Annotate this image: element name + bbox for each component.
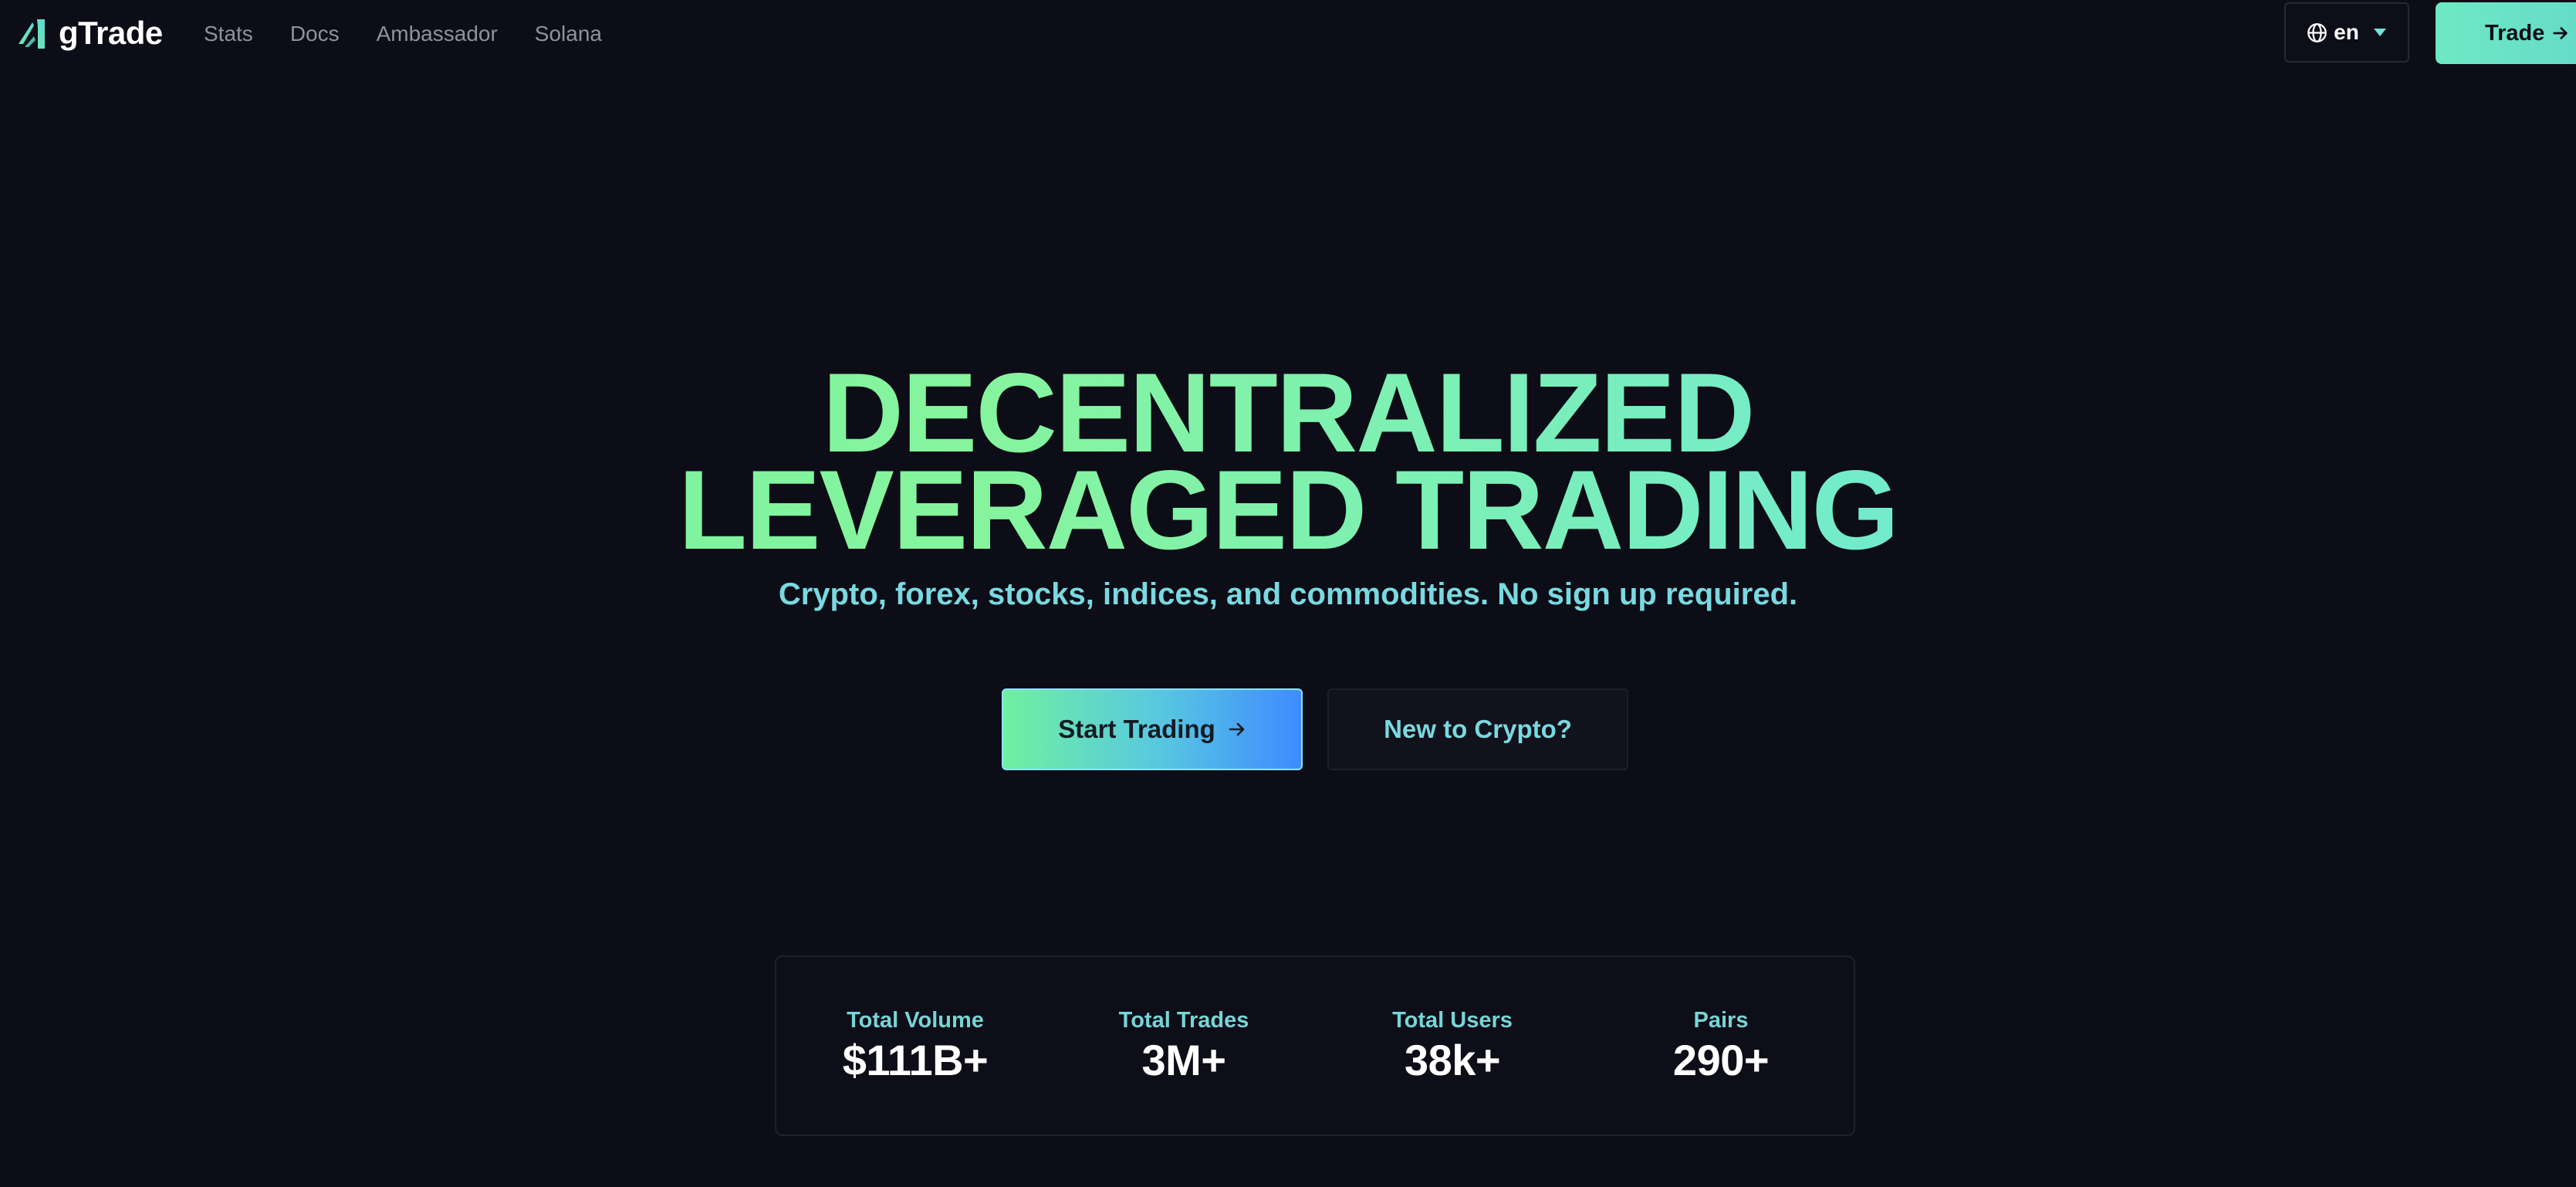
stat-value: 3M+ [1141,1036,1227,1084]
stat-total-volume: Total Volume $111B+ [800,1008,1031,1085]
trade-button[interactable]: Trade [2436,2,2576,64]
nav-ambassador[interactable]: Ambassador [377,17,498,51]
logo-link[interactable]: gTrade [17,13,163,53]
stat-total-trades: Total Trades 3M+ [1068,1008,1300,1085]
stat-label: Total Trades [1118,1008,1249,1033]
nav-solana[interactable]: Solana [535,17,602,51]
stats-panel: Total Volume $111B+ Total Trades 3M+ Tot… [775,955,1855,1136]
globe-icon [2307,22,2328,42]
gtrade-logo-icon [19,19,45,49]
logo-text: gTrade [59,15,163,51]
language-selector[interactable]: en [2284,2,2409,63]
landing-page: gTrade Stats Docs Ambassador Solana en T… [0,0,2576,1187]
main-nav: Stats Docs Ambassador Solana [204,17,639,51]
arrow-right-icon [2553,27,2568,39]
stat-label: Pairs [1693,1008,1749,1033]
trade-button-label: Trade [2485,20,2545,46]
stat-label: Total Users [1392,1008,1513,1033]
stat-value: 290+ [1672,1036,1770,1084]
start-trading-button[interactable]: Start Trading [1002,688,1303,770]
stat-label: Total Volume [847,1008,984,1033]
nav-stats[interactable]: Stats [204,17,253,51]
stat-total-users: Total Users 38k+ [1337,1008,1568,1085]
language-label: en [2334,20,2359,44]
new-to-crypto-button[interactable]: New to Crypto? [1327,688,1628,770]
nav-docs[interactable]: Docs [290,17,340,51]
stat-pairs: Pairs 290+ [1605,1008,1837,1085]
hero-title: DECENTRALIZED LEVERAGED TRADING [0,364,2576,559]
hero-subtitle: Crypto, forex, stocks, indices, and comm… [778,577,1798,611]
arrow-right-icon [1229,722,1245,736]
caret-down-icon [2373,29,2386,36]
top-header: gTrade Stats Docs Ambassador Solana en T… [0,0,2576,66]
hero-title-line-2: LEVERAGED TRADING [678,447,1898,573]
stat-value: 38k+ [1404,1036,1501,1084]
new-to-crypto-label: New to Crypto? [1384,715,1572,743]
stat-value: $111B+ [842,1036,989,1084]
start-trading-label: Start Trading [1058,715,1215,743]
